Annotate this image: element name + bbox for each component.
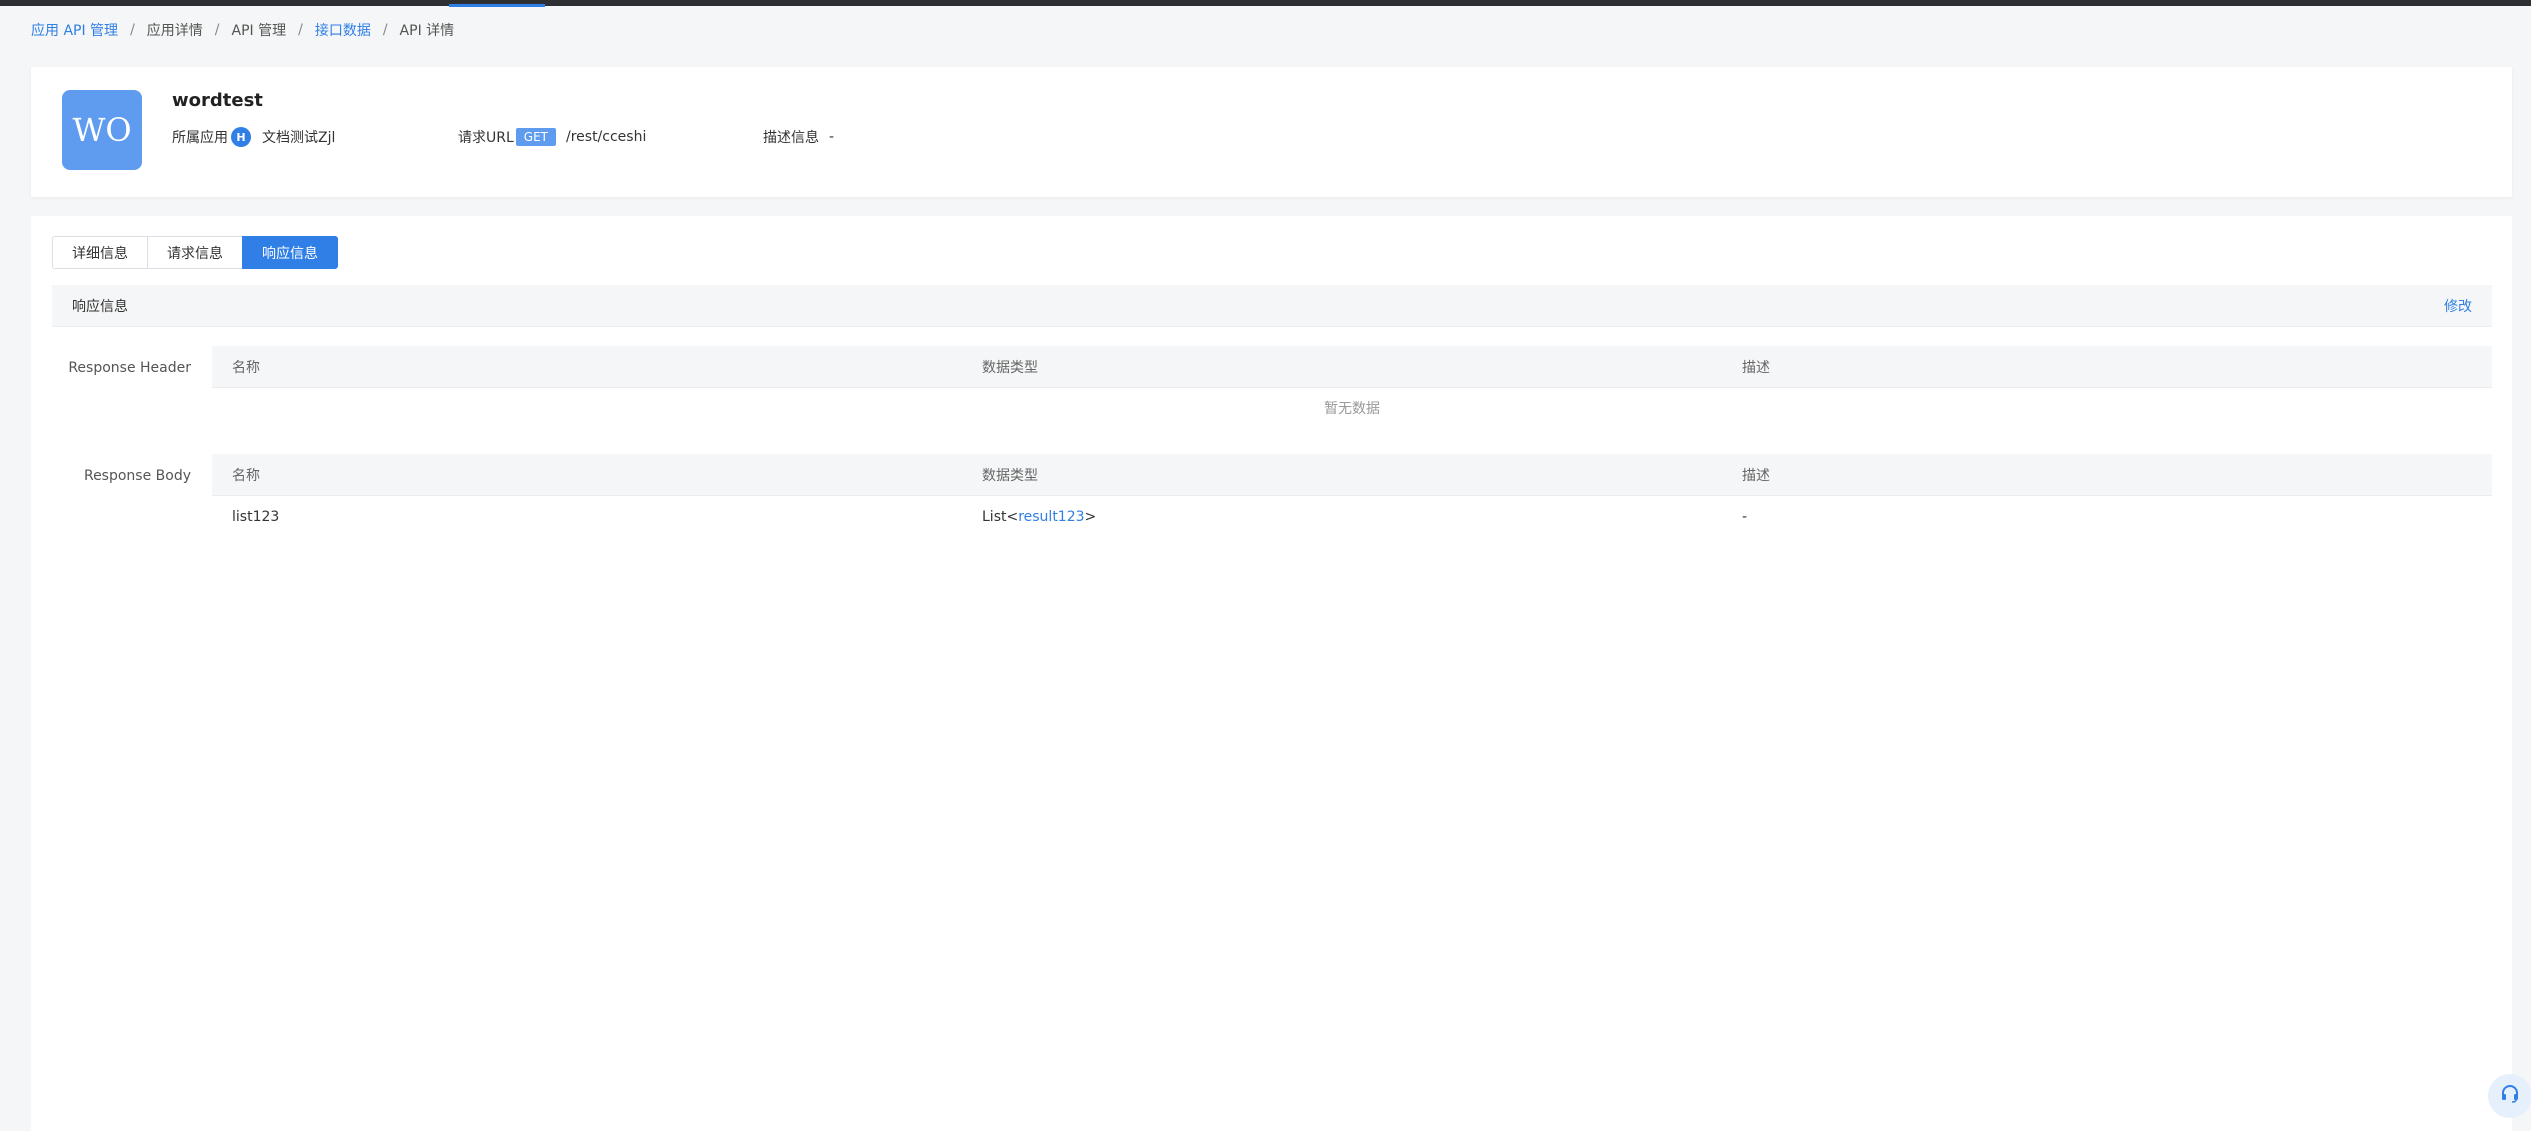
response-header-label: Response Header [68,360,191,376]
url-value: /rest/cceshi [566,129,647,145]
url-info: 请求URL GET /rest/cceshi [458,127,763,147]
app-badge: H [231,127,251,147]
response-body-label: Response Body [83,468,191,484]
response-info-card: 详细信息 请求信息 响应信息 响应信息 修改 Response Header 名… [31,216,2512,1131]
breadcrumb-api-detail: API 详情 [399,23,455,39]
api-avatar: WO [62,90,142,170]
column-desc-header: 描述 [1742,359,1770,376]
breadcrumb-interface-data[interactable]: 接口数据 [315,20,371,40]
desc-info: 描述信息 - [763,127,834,147]
table-header: 名称 数据类型 描述 [212,346,2492,388]
tab-request-info[interactable]: 请求信息 [147,236,243,269]
table-row: list123 List<result123> - [212,496,2492,538]
field-type: List<result123> [962,509,1722,525]
column-name-header: 名称 [232,359,260,376]
breadcrumb-separator: / [298,22,303,38]
url-label: 请求URL [458,130,514,146]
field-desc: - [1742,509,1748,525]
desc-label: 描述信息 [763,130,819,146]
desc-value: - [829,129,835,145]
response-header-table: 名称 数据类型 描述 暂无数据 [212,346,2492,428]
breadcrumb-separator: / [382,22,388,38]
help-button[interactable] [2488,1074,2531,1118]
breadcrumb-api-management: API 管理 [231,23,287,39]
api-summary-card: WO wordtest 所属应用 H 文档测试Zjl 请求URL GET /re… [31,67,2512,197]
api-name: wordtest [172,90,263,111]
edit-button[interactable]: 修改 [2444,296,2472,316]
top-bar [0,0,2531,7]
section-title: 响应信息 [72,298,128,315]
breadcrumb-separator: / [130,22,135,38]
tab-group: 详细信息 请求信息 响应信息 [52,236,338,269]
response-body-table: 名称 数据类型 描述 list123 List<result123> - [212,454,2492,538]
tab-response-info[interactable]: 响应信息 [242,236,338,269]
tab-detail-info[interactable]: 详细信息 [52,236,148,269]
column-name-header: 名称 [232,467,260,484]
empty-state: 暂无数据 [1324,401,1380,417]
app-label: 所属应用 [172,130,228,146]
column-type-header: 数据类型 [982,359,1038,376]
table-header: 名称 数据类型 描述 [212,454,2492,496]
breadcrumb-app-detail: 应用详情 [146,23,203,39]
type-prefix: List< [982,509,1019,525]
api-meta-row: 所属应用 H 文档测试Zjl 请求URL GET /rest/cceshi 描述… [172,126,834,148]
type-suffix: > [1084,509,1097,525]
app-info: 所属应用 H 文档测试Zjl [172,127,458,147]
column-type-header: 数据类型 [982,467,1038,484]
breadcrumb: 应用 API 管理 / 应用详情 / API 管理 / 接口数据 / API 详… [31,20,454,40]
type-link[interactable]: result123 [1018,509,1084,525]
method-tag: GET [515,128,556,146]
breadcrumb-app-api-management[interactable]: 应用 API 管理 [31,20,118,40]
column-desc-header: 描述 [1742,467,1770,484]
headset-icon [2500,1084,2520,1108]
app-name: 文档测试Zjl [262,130,336,146]
section-header: 响应信息 修改 [52,285,2492,327]
field-name: list123 [232,509,280,525]
breadcrumb-separator: / [214,22,220,38]
top-bar-active-indicator [449,4,545,7]
